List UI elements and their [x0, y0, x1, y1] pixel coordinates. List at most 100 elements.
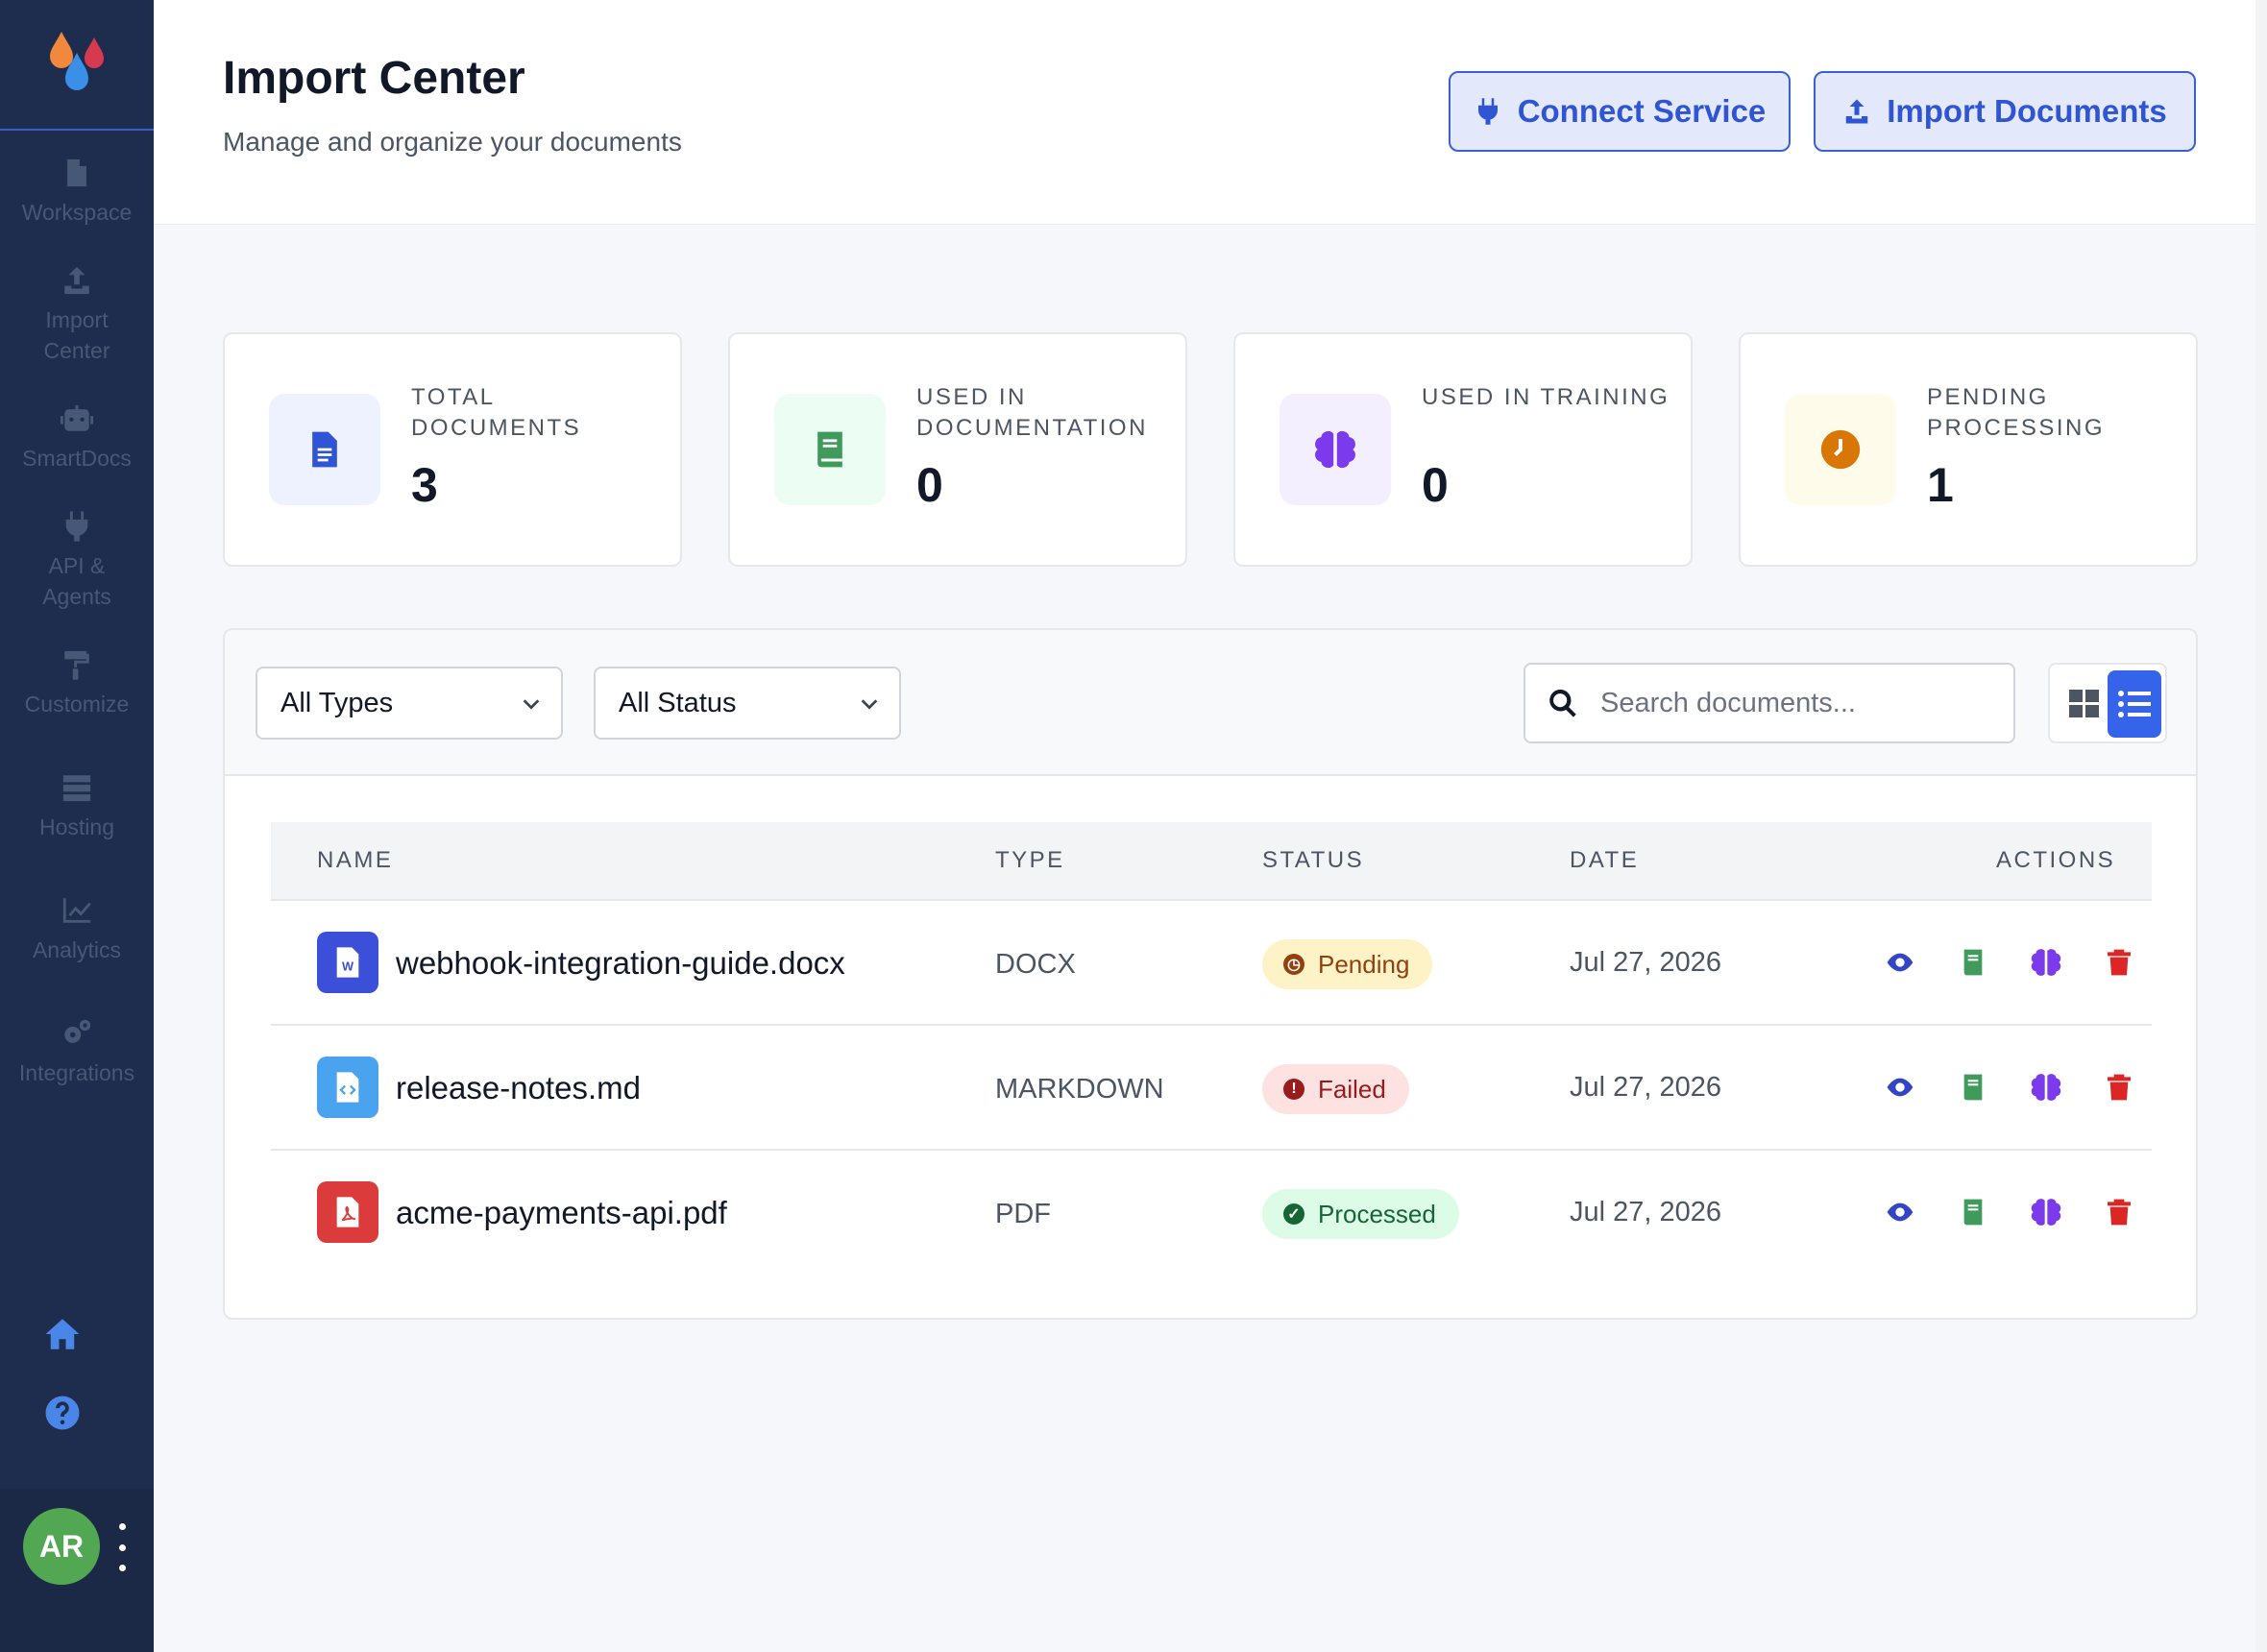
home-icon[interactable] — [42, 1314, 83, 1354]
sidebar-item-label: Integrations — [18, 1060, 135, 1085]
brain-icon[interactable] — [2029, 945, 2063, 980]
status-badge: ✓ Processed — [1262, 1189, 1459, 1239]
search-icon — [1549, 689, 1576, 717]
word-file-icon: W — [317, 932, 378, 993]
documents-table: NAME TYPE STATUS DATE ACTIONS W webhook-… — [271, 822, 2152, 1275]
file-type: PDF — [995, 1199, 1051, 1229]
paint-roller-icon — [64, 650, 89, 680]
file-name[interactable]: acme-payments-api.pdf — [396, 1195, 727, 1231]
sidebar-item-integrations[interactable]: Integrations — [0, 991, 154, 1114]
page-subtitle: Manage and organize your documents — [223, 127, 682, 157]
list-icon — [2118, 691, 2151, 717]
stat-card-used-in-documentation: USED IN DOCUMENTATION 0 — [728, 332, 1187, 567]
view-icon[interactable] — [1883, 1195, 1917, 1229]
column-header-status[interactable]: STATUS — [1262, 847, 1364, 874]
chart-icon — [62, 898, 91, 923]
stat-icon-box — [774, 394, 886, 505]
view-icon[interactable] — [1883, 1070, 1917, 1105]
upload-icon — [64, 266, 89, 295]
kebab-menu-icon[interactable] — [113, 1523, 131, 1571]
table-row[interactable]: acme-payments-api.pdf PDF ✓ Processed Ju… — [271, 1151, 2152, 1275]
stat-card-used-in-training: USED IN TRAINING 0 — [1233, 332, 1693, 567]
alert-icon: ! — [1283, 1079, 1304, 1100]
book-icon[interactable] — [1956, 1195, 1990, 1229]
file-date: Jul 27, 2026 — [1570, 1197, 1722, 1227]
stat-label: USED IN DOCUMENTATION — [916, 384, 1148, 441]
trash-icon[interactable] — [2102, 1070, 2136, 1105]
view-icon[interactable] — [1883, 945, 1917, 980]
table-header: NAME TYPE STATUS DATE ACTIONS — [271, 822, 2152, 901]
book-icon[interactable] — [1956, 945, 1990, 980]
column-header-type[interactable]: TYPE — [995, 847, 1065, 874]
stat-value: 3 — [411, 458, 438, 512]
svg-text:W: W — [342, 960, 354, 974]
sidebar-item-label: Workspace — [21, 200, 133, 225]
file-name[interactable]: release-notes.md — [396, 1070, 641, 1106]
documents-toolbar: All Types All Status — [225, 630, 2196, 776]
file-name[interactable]: webhook-integration-guide.docx — [396, 945, 845, 982]
table-row[interactable]: release-notes.md MARKDOWN ! Failed Jul 2… — [271, 1026, 2152, 1151]
status-filter-value: All Status — [619, 687, 737, 718]
stat-icon-box — [1785, 394, 1896, 505]
pdf-file-icon — [317, 1181, 378, 1243]
trash-icon[interactable] — [2102, 1195, 2136, 1229]
status-text: Failed — [1318, 1074, 1386, 1104]
gears-icon — [64, 1019, 91, 1043]
sidebar-item-import-center[interactable]: Import Center — [0, 254, 154, 377]
trash-icon[interactable] — [2102, 945, 2136, 980]
chevron-down-icon — [861, 699, 878, 710]
sidebar-item-customize[interactable]: Customize — [0, 622, 154, 745]
book-icon[interactable] — [1956, 1070, 1990, 1105]
column-header-name[interactable]: NAME — [317, 847, 393, 874]
file-date: Jul 27, 2026 — [1570, 1072, 1722, 1103]
connect-service-label: Connect Service — [1517, 93, 1767, 129]
table-row[interactable]: W webhook-integration-guide.docx DOCX ◷ … — [271, 901, 2152, 1026]
server-icon — [62, 775, 91, 802]
status-badge: ◷ Pending — [1262, 939, 1433, 989]
plug-icon — [1477, 98, 1498, 125]
type-filter-value: All Types — [280, 687, 394, 718]
status-text: Pending — [1318, 949, 1410, 979]
upload-icon — [1845, 99, 1868, 124]
user-menu: AR — [0, 1489, 154, 1652]
sidebar-item-hosting[interactable]: Hosting — [0, 745, 154, 868]
avatar[interactable]: AR — [23, 1508, 100, 1585]
sidebar-item-workspace[interactable]: Workspace — [0, 131, 154, 254]
stat-value: 0 — [916, 458, 943, 512]
grid-view-button[interactable] — [2060, 672, 2109, 736]
status-text: Processed — [1318, 1199, 1436, 1228]
brain-icon[interactable] — [2029, 1070, 2063, 1105]
scrollbar[interactable] — [2255, 0, 2267, 1652]
import-documents-label: Import Documents — [1887, 93, 2167, 129]
plug-icon — [65, 511, 88, 542]
app-logo[interactable] — [0, 0, 154, 131]
type-filter-select[interactable]: All Types — [256, 667, 563, 740]
chevron-down-icon — [523, 699, 540, 710]
file-type: DOCX — [995, 949, 1076, 980]
help-icon[interactable] — [42, 1393, 83, 1433]
page-title: Import Center — [223, 53, 525, 104]
stat-card-total-documents: TOTAL DOCUMENTS 3 — [223, 332, 682, 567]
clock-icon: ◷ — [1283, 954, 1304, 975]
stat-icon-box — [269, 394, 380, 505]
column-header-date[interactable]: DATE — [1570, 847, 1639, 874]
brain-icon[interactable] — [2029, 1195, 2063, 1229]
stat-card-pending-processing: PENDING PROCESSING 1 — [1739, 332, 2198, 567]
droplets-logo-icon — [50, 32, 104, 90]
robot-icon — [61, 404, 93, 431]
clock-icon — [1820, 429, 1861, 470]
sidebar-item-label: Hosting — [39, 814, 114, 839]
book-icon — [817, 431, 842, 468]
import-documents-button[interactable]: Import Documents — [1814, 71, 2196, 152]
sidebar-item-smartdocs[interactable]: SmartDocs — [0, 377, 154, 499]
file-date: Jul 27, 2026 — [1570, 947, 1722, 978]
sidebar-item-analytics[interactable]: Analytics — [0, 868, 154, 991]
sidebar-item-api-agents[interactable]: API & Agents — [0, 499, 154, 622]
search-box — [1524, 663, 2015, 743]
list-view-button[interactable] — [2108, 670, 2161, 738]
search-input[interactable] — [1600, 687, 1985, 719]
status-filter-select[interactable]: All Status — [594, 667, 901, 740]
document-icon — [312, 431, 337, 468]
column-header-actions: ACTIONS — [1996, 847, 2116, 873]
connect-service-button[interactable]: Connect Service — [1449, 71, 1791, 152]
